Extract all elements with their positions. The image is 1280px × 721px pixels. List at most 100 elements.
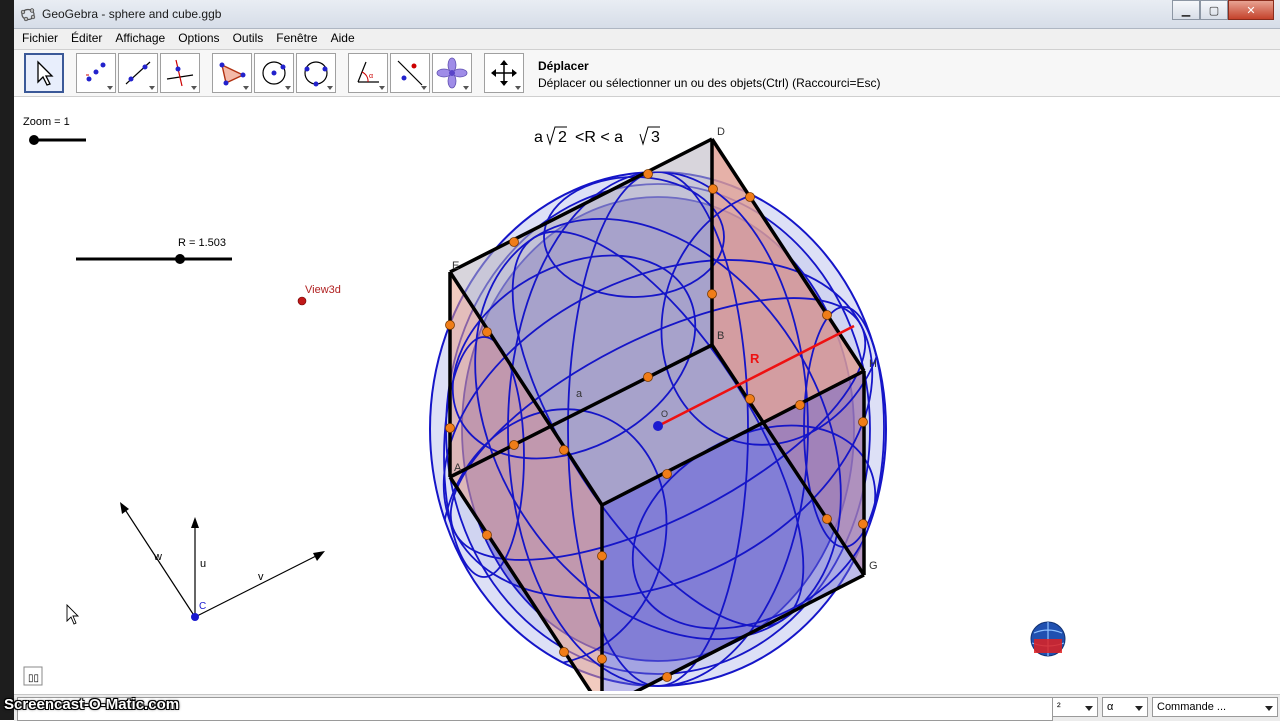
polygon-tool-icon [219,62,246,86]
slider-tool-button[interactable] [432,53,472,93]
title-bar[interactable]: GeoGebra - sphere and cube.ggb ▁ ▢ ✕ [14,0,1280,29]
formula-middle: <R < a [575,129,623,146]
r-slider-handle[interactable] [175,254,185,264]
vector-v[interactable] [194,553,321,618]
tool-menu-indicator [243,86,249,90]
symbol-dropdown-value: ² [1057,701,1061,713]
point-tool-button[interactable] [76,53,116,93]
circle-three-points-tool-button[interactable] [296,53,336,93]
greek-dropdown[interactable]: α [1102,697,1148,717]
menu-outils[interactable]: Outils [225,29,269,49]
edge-label-a: a [576,388,583,400]
reflect-tool-icon [397,60,423,86]
vertex-label-e: E [452,260,459,272]
window-controls: ▁ ▢ ✕ [1172,0,1274,20]
reflect-tool-button[interactable] [390,53,430,93]
vertex-label-d: D [717,126,725,138]
maximize-button[interactable]: ▢ [1200,0,1228,20]
point-c[interactable] [191,613,199,621]
sphere-cube-figure[interactable]: R O D E B H A G a [387,126,929,691]
close-button[interactable]: ✕ [1228,0,1274,20]
vector-v-label: v [258,571,264,583]
circle-three-points-tool-icon [304,61,328,87]
radius-label: R [750,351,760,366]
tool-menu-indicator [149,86,155,90]
vertex-label-h: H [869,358,877,370]
center-point-label: O [661,409,668,419]
angle-tool-icon: α [357,61,379,83]
tool-menu-indicator [515,86,521,90]
maximize-icon: ▢ [1208,4,1220,17]
input-bar: ² α Commande ... [14,694,1280,721]
menu-bar: Fichier Éditer Affichage Options Outils … [14,29,1280,50]
vector-v-arrowhead [313,551,325,561]
svg-text:α: α [369,73,373,80]
menu-fenetre[interactable]: Fenêtre [268,29,322,49]
command-dropdown-value: Commande ... [1157,701,1227,713]
menu-affichage[interactable]: Affichage [107,29,170,49]
active-tool-title: Déplacer [538,59,589,73]
window-title: GeoGebra - sphere and cube.ggb [42,7,222,21]
logo-badge [1034,639,1062,653]
basis-vectors: u v w C [120,502,325,621]
author-logo [1030,621,1066,657]
line-tool-button[interactable] [118,53,158,93]
geogebra-window: GeoGebra - sphere and cube.ggb ▁ ▢ ✕ Fic… [14,0,1280,721]
tool-menu-indicator [285,86,291,90]
perpendicular-tool-button[interactable] [160,53,200,93]
tool-menu-indicator [107,86,113,90]
tool-menu-indicator [191,86,197,90]
chevron-down-icon [1265,706,1273,711]
r-slider-label: R = 1.503 [178,237,226,249]
pause-icon: ▯▯ [28,673,39,684]
menu-aide[interactable]: Aide [323,29,360,49]
symbol-dropdown[interactable]: ² [1052,697,1098,717]
circle-center-point-tool-icon [262,61,286,85]
mouse-cursor-icon [66,603,80,625]
command-dropdown[interactable]: Commande ... [1152,697,1278,717]
point-c-label: C [199,601,206,612]
perpendicular-line-tool-icon [166,59,194,87]
vector-w-label: w [153,551,162,563]
graphics-view[interactable]: Zoom = 1 R = 1.503 View3d a 2 <R < a 3 u… [14,97,1280,691]
greek-dropdown-value: α [1107,701,1114,713]
move-tool-icon [37,60,54,86]
zoom-slider-label: Zoom = 1 [23,116,70,128]
vector-u-label: u [200,558,206,570]
radius-inequality-formula: a 2 <R < a 3 [534,126,660,146]
vertex-label-b: B [717,330,724,342]
zoom-slider-handle[interactable] [29,135,39,145]
view3d-label: View3d [305,284,341,296]
point-tool-icon [86,62,106,82]
center-point-o[interactable] [653,421,663,431]
angle-tool-button[interactable]: α [348,53,388,93]
tool-menu-indicator [379,86,385,90]
line-tool-icon [125,61,151,85]
chevron-down-icon [1135,706,1143,711]
move-tool-button[interactable] [24,53,64,93]
minimize-button[interactable]: ▁ [1172,0,1200,20]
active-tool-description: Déplacer ou sélectionner un ou des objet… [538,76,881,90]
screencast-watermark: Screencast-O-Matic.com [4,696,180,713]
close-icon: ✕ [1246,4,1256,17]
tool-menu-indicator [327,86,333,90]
graphics-canvas[interactable]: Zoom = 1 R = 1.503 View3d a 2 <R < a 3 u… [14,97,1280,691]
formula-sqrt3-digit: 3 [651,129,660,146]
toolbar: α Déplacer Déplacer ou sélectionner un o… [14,50,1280,144]
polygon-tool-button[interactable] [212,53,252,93]
desktop-edge [0,0,14,720]
move-graphics-view-tool-icon [491,60,517,86]
tool-menu-indicator [463,86,469,90]
move-graphics-view-button[interactable] [484,53,524,93]
formula-sqrt2-digit: 2 [558,129,567,146]
chevron-down-icon [1085,706,1093,711]
circle-tool-button[interactable] [254,53,294,93]
view3d-point[interactable] [297,296,307,306]
geogebra-app-icon [20,8,36,22]
tool-menu-indicator [421,86,427,90]
menu-editer[interactable]: Éditer [63,29,107,49]
menu-options[interactable]: Options [170,29,224,49]
vector-w-arrowhead [120,502,129,514]
minimize-icon: ▁ [1181,4,1191,17]
menu-fichier[interactable]: Fichier [14,29,63,49]
